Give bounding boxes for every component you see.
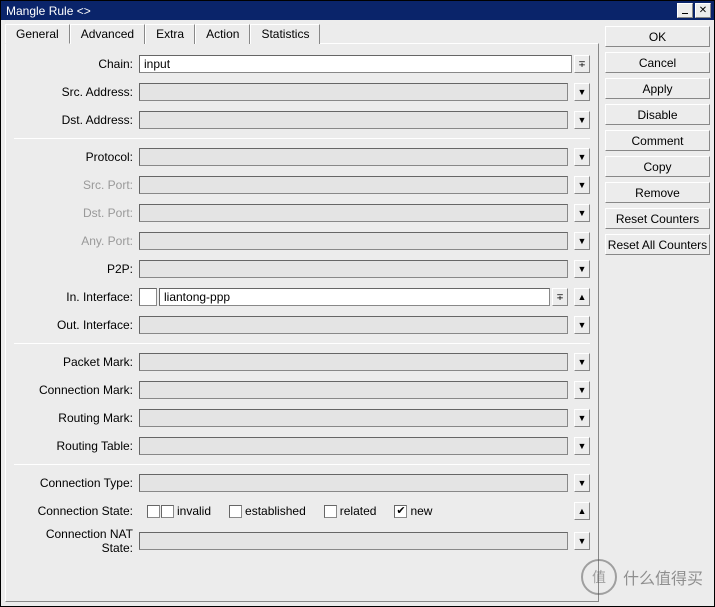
comment-button[interactable]: Comment bbox=[605, 130, 710, 151]
p2p-expand[interactable]: ▼ bbox=[574, 260, 590, 278]
dst-address-expand[interactable]: ▼ bbox=[574, 111, 590, 129]
chain-label: Chain: bbox=[14, 57, 139, 71]
general-tab-content: Chain: ∓ Src. Address: ▼ Dst. Address: bbox=[5, 43, 599, 602]
p2p-label: P2P: bbox=[14, 262, 139, 276]
out-interface-label: Out. Interface: bbox=[14, 318, 139, 332]
protocol-input[interactable] bbox=[139, 148, 568, 166]
src-address-input[interactable] bbox=[139, 83, 568, 101]
cs-new-label: new bbox=[410, 504, 432, 518]
in-interface-label: In. Interface: bbox=[14, 290, 139, 304]
connection-state-collapse[interactable]: ▲ bbox=[574, 502, 590, 520]
out-interface-input[interactable] bbox=[139, 316, 568, 334]
packet-mark-input[interactable] bbox=[139, 353, 568, 371]
routing-table-input[interactable] bbox=[139, 437, 568, 455]
in-interface-dropdown[interactable]: ∓ bbox=[552, 288, 568, 306]
in-interface-negate[interactable] bbox=[139, 288, 157, 306]
routing-table-expand[interactable]: ▼ bbox=[574, 437, 590, 455]
p2p-input[interactable] bbox=[139, 260, 568, 278]
connection-type-expand[interactable]: ▼ bbox=[574, 474, 590, 492]
in-interface-collapse[interactable]: ▲ bbox=[574, 288, 590, 306]
dst-port-expand[interactable]: ▼ bbox=[574, 204, 590, 222]
dst-port-input[interactable] bbox=[139, 204, 568, 222]
dst-address-input[interactable] bbox=[139, 111, 568, 129]
src-address-expand[interactable]: ▼ bbox=[574, 83, 590, 101]
any-port-label: Any. Port: bbox=[14, 234, 139, 248]
tab-extra[interactable]: Extra bbox=[145, 24, 195, 44]
cs-invalid-label: invalid bbox=[177, 504, 211, 518]
action-buttons: OK Cancel Apply Disable Comment Copy Rem… bbox=[605, 24, 710, 602]
mangle-rule-window: Mangle Rule <> ✕ General Advanced Extra … bbox=[0, 0, 715, 607]
watermark-icon: 值 bbox=[581, 559, 617, 595]
connection-nat-expand[interactable]: ▼ bbox=[574, 532, 590, 550]
routing-mark-input[interactable] bbox=[139, 409, 568, 427]
tab-action[interactable]: Action bbox=[195, 24, 250, 44]
cs-new-checkbox[interactable]: ✔ bbox=[394, 505, 407, 518]
cs-related-label: related bbox=[340, 504, 377, 518]
any-port-input[interactable] bbox=[139, 232, 568, 250]
out-interface-expand[interactable]: ▼ bbox=[574, 316, 590, 334]
remove-button[interactable]: Remove bbox=[605, 182, 710, 203]
protocol-label: Protocol: bbox=[14, 150, 139, 164]
connection-type-input[interactable] bbox=[139, 474, 568, 492]
cs-established-label: established bbox=[245, 504, 306, 518]
form-panel: General Advanced Extra Action Statistics… bbox=[5, 24, 599, 602]
watermark: 值 什么值得买 bbox=[581, 559, 703, 595]
protocol-expand[interactable]: ▼ bbox=[574, 148, 590, 166]
connection-type-label: Connection Type: bbox=[14, 476, 139, 490]
ok-button[interactable]: OK bbox=[605, 26, 710, 47]
connection-nat-label: Connection NAT State: bbox=[14, 527, 139, 555]
cancel-button[interactable]: Cancel bbox=[605, 52, 710, 73]
disable-button[interactable]: Disable bbox=[605, 104, 710, 125]
tab-bar: General Advanced Extra Action Statistics bbox=[5, 24, 599, 44]
connection-state-label: Connection State: bbox=[14, 504, 139, 518]
cs-invalid-checkbox-b[interactable] bbox=[161, 505, 174, 518]
tab-advanced[interactable]: Advanced bbox=[70, 24, 145, 44]
window-title: Mangle Rule <> bbox=[4, 4, 677, 18]
reset-all-counters-button[interactable]: Reset All Counters bbox=[605, 234, 710, 255]
connection-mark-input[interactable] bbox=[139, 381, 568, 399]
apply-button[interactable]: Apply bbox=[605, 78, 710, 99]
watermark-text: 什么值得买 bbox=[623, 565, 703, 589]
routing-table-label: Routing Table: bbox=[14, 439, 139, 453]
titlebar: Mangle Rule <> ✕ bbox=[1, 1, 714, 20]
src-port-label: Src. Port: bbox=[14, 178, 139, 192]
packet-mark-label: Packet Mark: bbox=[14, 355, 139, 369]
cs-established-checkbox[interactable] bbox=[229, 505, 242, 518]
connection-mark-expand[interactable]: ▼ bbox=[574, 381, 590, 399]
in-interface-input[interactable] bbox=[159, 288, 550, 306]
reset-counters-button[interactable]: Reset Counters bbox=[605, 208, 710, 229]
tab-general[interactable]: General bbox=[5, 24, 70, 44]
connection-mark-label: Connection Mark: bbox=[14, 383, 139, 397]
chain-input[interactable] bbox=[139, 55, 572, 73]
chain-dropdown[interactable]: ∓ bbox=[574, 55, 590, 73]
close-button[interactable]: ✕ bbox=[695, 3, 711, 18]
src-address-label: Src. Address: bbox=[14, 85, 139, 99]
cs-related-checkbox[interactable] bbox=[324, 505, 337, 518]
copy-button[interactable]: Copy bbox=[605, 156, 710, 177]
dst-address-label: Dst. Address: bbox=[14, 113, 139, 127]
src-port-input[interactable] bbox=[139, 176, 568, 194]
routing-mark-expand[interactable]: ▼ bbox=[574, 409, 590, 427]
dst-port-label: Dst. Port: bbox=[14, 206, 139, 220]
minimize-button[interactable] bbox=[677, 3, 693, 18]
connection-nat-input[interactable] bbox=[139, 532, 568, 550]
routing-mark-label: Routing Mark: bbox=[14, 411, 139, 425]
cs-invalid-checkbox-a[interactable] bbox=[147, 505, 160, 518]
tab-statistics[interactable]: Statistics bbox=[250, 24, 320, 44]
src-port-expand[interactable]: ▼ bbox=[574, 176, 590, 194]
packet-mark-expand[interactable]: ▼ bbox=[574, 353, 590, 371]
any-port-expand[interactable]: ▼ bbox=[574, 232, 590, 250]
